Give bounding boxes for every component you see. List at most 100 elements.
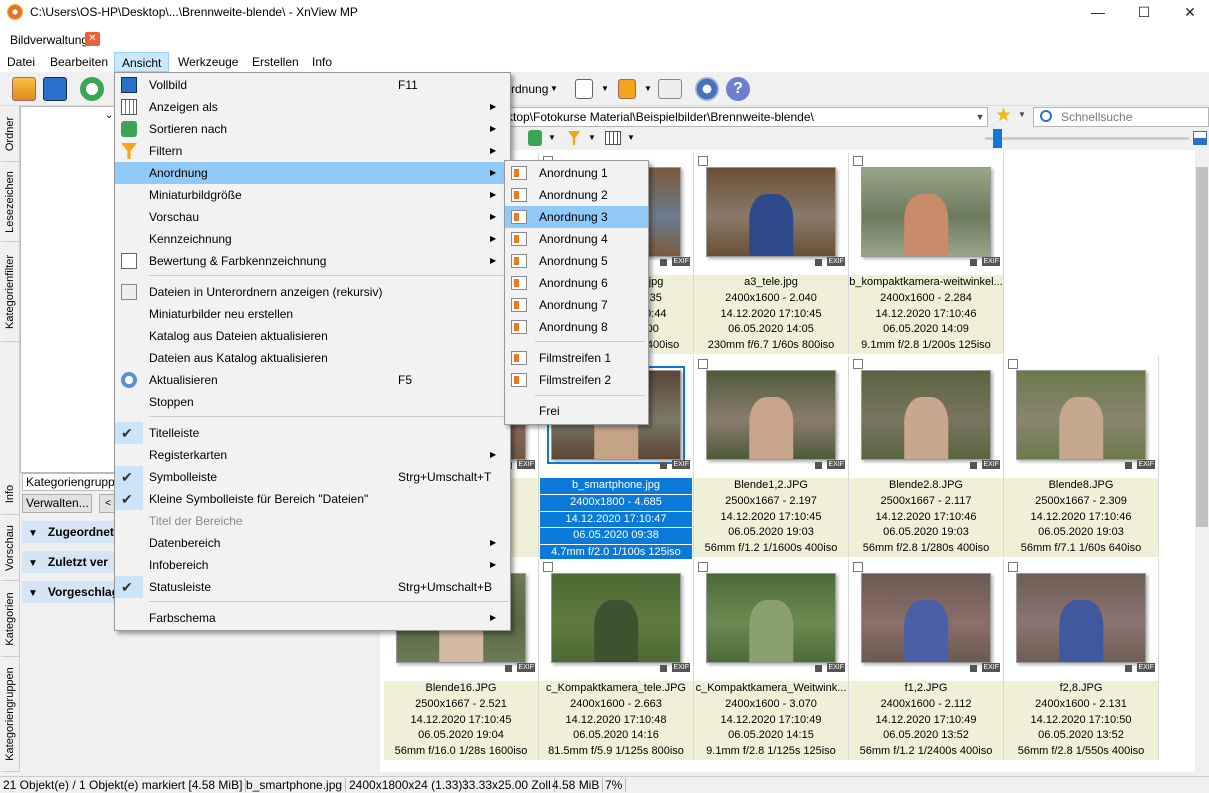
favorite-star-icon[interactable]: ★ bbox=[995, 106, 1012, 126]
thumbnail-image[interactable] bbox=[861, 167, 991, 257]
rating-icon[interactable] bbox=[575, 79, 593, 99]
menu-item-miniaturbilder-neu-erstellen[interactable]: Miniaturbilder neu erstellen bbox=[115, 303, 510, 325]
panel-toggle-icon[interactable] bbox=[1193, 131, 1207, 145]
chevron-down-icon[interactable]: ▼ bbox=[588, 133, 596, 142]
category-row-zugeordnet[interactable]: ▼ Zugeordnet bbox=[22, 521, 118, 543]
thumbnail-image[interactable] bbox=[1016, 370, 1146, 460]
menu-item-dateien-aus-katalog-aktualisieren[interactable]: Dateien aus Katalog aktualisieren bbox=[115, 347, 510, 369]
chevron-down-icon[interactable]: ⌄ bbox=[105, 110, 113, 121]
menu-item-vorschau[interactable]: Vorschau ▶ bbox=[115, 206, 510, 228]
submenu-item-anordnung-6[interactable]: Anordnung 6 bbox=[505, 272, 648, 294]
sort-icon[interactable] bbox=[528, 130, 542, 146]
menu-item-datenbereich[interactable]: Datenbereich ▶ bbox=[115, 532, 510, 554]
submenu-item-filmstreifen-2[interactable]: Filmstreifen 2 bbox=[505, 369, 648, 391]
menu-item-symbolleiste[interactable]: ✔ Symbolleiste Strg+Umschalt+T bbox=[115, 466, 510, 488]
refresh-icon[interactable] bbox=[80, 77, 104, 101]
thumbnail-cell[interactable]: EXIF Blende1,2.JPG 2500x1667 - 2.197 14.12.… bbox=[694, 356, 849, 557]
select-checkbox[interactable] bbox=[698, 359, 708, 369]
menu-item-infobereich[interactable]: Infobereich ▶ bbox=[115, 554, 510, 576]
menu-item-vollbild[interactable]: Vollbild F11 bbox=[115, 74, 510, 96]
menu-erstellen[interactable]: Erstellen bbox=[245, 52, 306, 72]
select-checkbox[interactable] bbox=[543, 562, 553, 572]
scrollbar-thumb[interactable] bbox=[1196, 167, 1208, 527]
close-window-button[interactable]: ✕ bbox=[1167, 0, 1209, 24]
select-checkbox[interactable] bbox=[853, 359, 863, 369]
category-row-vorgeschlagen[interactable]: ▼ Vorgeschlag bbox=[22, 581, 118, 603]
menu-item-farbschema[interactable]: Farbschema ▶ bbox=[115, 607, 510, 629]
category-row-zuletzt[interactable]: ▼ Zuletzt ver bbox=[22, 551, 118, 573]
folder-tree-icon[interactable] bbox=[658, 79, 682, 99]
thumbnail-cell[interactable]: EXIF a3_tele.jpg 2400x1600 - 2.040 14.12.20… bbox=[694, 153, 849, 354]
menu-item-bewertung-farbkennzeichnung[interactable]: Bewertung & Farbkennzeichnung ▶ bbox=[115, 250, 510, 272]
menu-item-titelleiste[interactable]: ✔ Titelleiste bbox=[115, 422, 510, 444]
thumbnail-cell[interactable]: EXIF f2,8.JPG 2400x1600 - 2.131 14.12.2020 … bbox=[1004, 559, 1159, 760]
tab-close-icon[interactable]: ✕ bbox=[85, 32, 100, 46]
menu-item-dateien-in-unterordnern-anzeigen-rekursiv[interactable]: Dateien in Unterordnern anzeigen (rekurs… bbox=[115, 281, 510, 303]
thumbnail-size-slider[interactable] bbox=[985, 137, 1189, 140]
help-icon[interactable]: ? bbox=[726, 77, 750, 101]
menu-item-kennzeichnung[interactable]: Kennzeichnung ▶ bbox=[115, 228, 510, 250]
menu-datei[interactable]: Datei bbox=[0, 52, 42, 72]
chevron-down-icon[interactable]: ▼ bbox=[627, 133, 635, 142]
tab-kategorienfilter[interactable]: Kategorienfilter bbox=[1, 242, 19, 342]
menu-item-registerkarten[interactable]: Registerkarten ▶ bbox=[115, 444, 510, 466]
chevron-down-icon[interactable]: ▼ bbox=[548, 133, 556, 142]
menu-item-miniaturbildgröße[interactable]: Miniaturbildgröße ▶ bbox=[115, 184, 510, 206]
chevron-down-icon[interactable]: ▼ bbox=[644, 84, 652, 93]
select-checkbox[interactable] bbox=[698, 562, 708, 572]
thumbnail-image[interactable] bbox=[1016, 573, 1146, 663]
view-mode-icon[interactable] bbox=[605, 131, 621, 145]
menu-item-sortieren-nach[interactable]: Sortieren nach ▶ bbox=[115, 118, 510, 140]
fullscreen-icon[interactable] bbox=[43, 77, 67, 101]
thumbnail-image[interactable] bbox=[706, 370, 836, 460]
submenu-item-anordnung-4[interactable]: Anordnung 4 bbox=[505, 228, 648, 250]
quick-search-input[interactable]: Schnellsuche bbox=[1033, 107, 1209, 127]
settings-gear-icon[interactable] bbox=[695, 77, 719, 101]
thumbnail-cell[interactable]: EXIF c_Kompaktkamera_tele.JPG 2400x1600 - … bbox=[539, 559, 694, 760]
thumbnail-cell[interactable]: EXIF Blende8.JPG 2500x1667 - 2.309 14.12.20… bbox=[1004, 356, 1159, 557]
chevron-down-icon[interactable]: ▼ bbox=[550, 84, 558, 93]
arrangement-dropdown-label[interactable]: rdnung bbox=[511, 82, 548, 96]
manage-button[interactable]: Verwalten... bbox=[22, 494, 92, 513]
maximize-button[interactable]: ☐ bbox=[1121, 0, 1167, 24]
menu-item-anzeigen-als[interactable]: Anzeigen als ▶ bbox=[115, 96, 510, 118]
thumbnail-image[interactable] bbox=[551, 573, 681, 663]
select-checkbox[interactable] bbox=[853, 156, 863, 166]
menu-item-statusleiste[interactable]: ✔ Statusleiste Strg+Umschalt+B bbox=[115, 576, 510, 598]
thumbnail-image[interactable] bbox=[706, 573, 836, 663]
chevron-down-icon[interactable]: ▼ bbox=[601, 84, 609, 93]
menu-item-aktualisieren[interactable]: Aktualisieren F5 bbox=[115, 369, 510, 391]
thumbnail-cell[interactable]: EXIF Blende2.8.JPG 2500x1667 - 2.117 14.12.… bbox=[849, 356, 1004, 557]
menu-item-filtern[interactable]: Filtern ▶ bbox=[115, 140, 510, 162]
menu-item-kleine-symbolleiste-für-bereich-dateien[interactable]: ✔ Kleine Symbolleiste für Bereich "Dateie… bbox=[115, 488, 510, 510]
tab-info[interactable]: Info bbox=[1, 473, 19, 515]
tab-kategoriengruppen[interactable]: Kategoriengruppen bbox=[1, 657, 19, 772]
submenu-item-anordnung-7[interactable]: Anordnung 7 bbox=[505, 294, 648, 316]
thumbnail-cell[interactable]: EXIF c_Kompaktkamera_Weitwink... 2400x1600… bbox=[694, 559, 849, 760]
submenu-item-frei[interactable]: Frei bbox=[505, 400, 648, 422]
thumbnail-cell[interactable]: EXIF b_kompaktkamera-weitwinkel... 2400x16… bbox=[849, 153, 1004, 354]
select-checkbox[interactable] bbox=[698, 156, 708, 166]
submenu-item-anordnung-1[interactable]: Anordnung 1 bbox=[505, 162, 648, 184]
menu-item-katalog-aus-dateien-aktualisieren[interactable]: Katalog aus Dateien aktualisieren bbox=[115, 325, 510, 347]
chevron-down-icon[interactable]: ▼ bbox=[1018, 110, 1026, 119]
select-checkbox[interactable] bbox=[853, 562, 863, 572]
thumbnail-image[interactable] bbox=[861, 370, 991, 460]
thumbnail-image[interactable] bbox=[861, 573, 991, 663]
submenu-item-filmstreifen-1[interactable]: Filmstreifen 1 bbox=[505, 347, 648, 369]
menu-info[interactable]: Info bbox=[305, 52, 339, 72]
browser-icon[interactable] bbox=[12, 77, 36, 101]
select-checkbox[interactable] bbox=[1008, 562, 1018, 572]
menu-ansicht[interactable]: Ansicht bbox=[114, 52, 170, 72]
tab-vorschau[interactable]: Vorschau bbox=[1, 515, 19, 581]
thumbnail-image[interactable] bbox=[706, 167, 836, 257]
tab-kategorien[interactable]: Kategorien bbox=[1, 581, 19, 657]
submenu-item-anordnung-8[interactable]: Anordnung 8 bbox=[505, 316, 648, 338]
bookmark-icon[interactable] bbox=[618, 79, 636, 99]
submenu-item-anordnung-2[interactable]: Anordnung 2 bbox=[505, 184, 648, 206]
thumbnail-size-slider-thumb[interactable] bbox=[993, 129, 1002, 148]
menu-item-stoppen[interactable]: Stoppen bbox=[115, 391, 510, 413]
submenu-item-anordnung-3[interactable]: Anordnung 3 bbox=[505, 206, 648, 228]
menu-werkzeuge[interactable]: Werkzeuge bbox=[171, 52, 245, 72]
category-group-select[interactable]: Kategoriengrupp bbox=[22, 473, 122, 491]
